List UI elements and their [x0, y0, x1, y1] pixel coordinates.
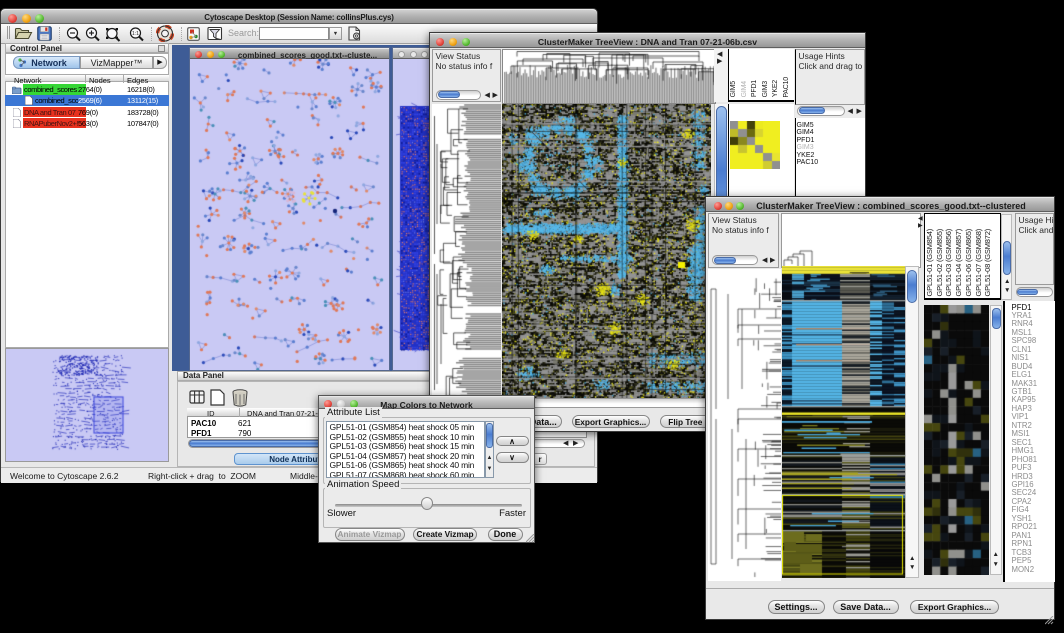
svg-text:1:1: 1:1: [132, 31, 139, 37]
